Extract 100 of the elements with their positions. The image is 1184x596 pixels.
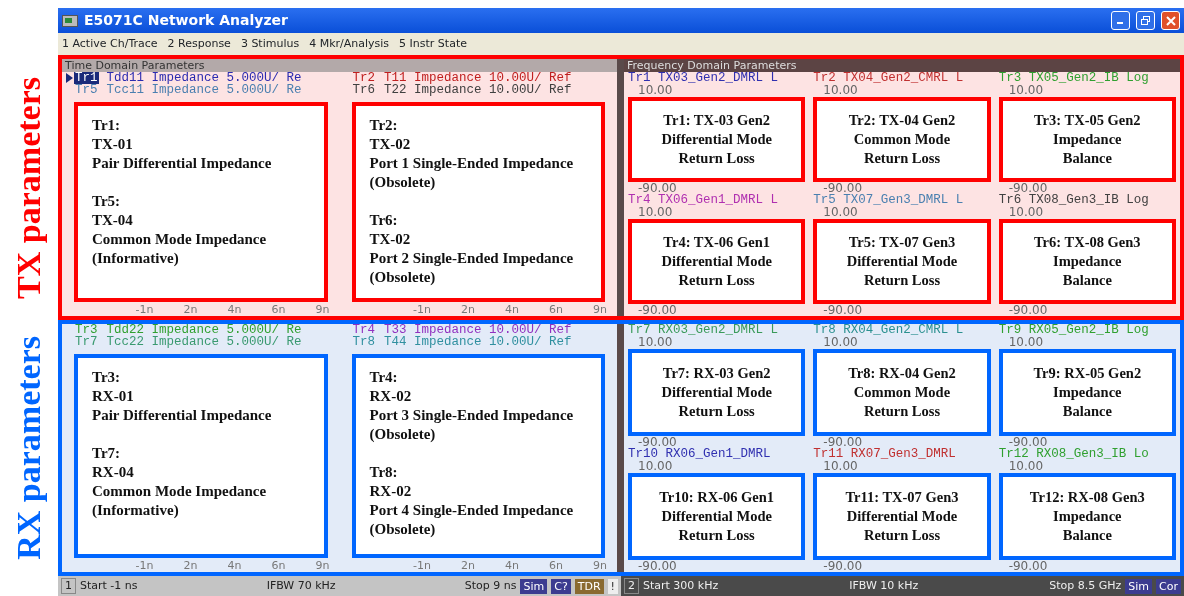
annotation-text: Tr2: TX-04 Gen2: [847, 111, 957, 130]
annotation-text: Tr5: TX-07 Gen3: [847, 233, 957, 252]
menu-item[interactable]: 1 Active Ch/Trace: [62, 35, 158, 53]
axis-label: 9n: [315, 304, 330, 316]
annotation-text: Tr9: RX-05 Gen2: [1032, 364, 1143, 383]
scale-label: 10.00: [822, 337, 859, 348]
annotation-text: Port 2 Single-Ended Impedance: [369, 249, 575, 268]
annotation-text: (Informative): [92, 249, 180, 268]
section-label: TX parameters: [12, 76, 46, 299]
annotation-text: TX-02: [369, 230, 412, 249]
start-value: Start 300 kHz: [643, 577, 719, 594]
scale-label: -90.00: [823, 183, 862, 194]
annotation-text: Common Mode Impedance: [92, 482, 268, 501]
scale-label: -90.00: [822, 561, 863, 572]
axis-label: 9n: [593, 304, 607, 316]
axis-label: 4n: [227, 560, 242, 572]
scale-label: -90.00: [638, 183, 677, 194]
axis-label: 4n: [227, 304, 242, 316]
annotation-text: Tr8:: [369, 463, 399, 482]
annotation-text: Tr1:: [92, 116, 122, 135]
axis-label: 4n: [505, 560, 520, 572]
annotation-text: Tr6:: [369, 211, 399, 230]
annotation-text: Tr7:: [92, 444, 122, 463]
annotation-text: TX-04: [92, 211, 134, 230]
annotation-text: Differential Mode: [660, 252, 773, 271]
menu-item[interactable]: 3 Stimulus: [240, 35, 300, 53]
axis-label: -1n: [135, 560, 154, 572]
trace-id[interactable]: Tr6: [351, 84, 376, 96]
annotation-text: Differential Mode: [660, 383, 773, 402]
scale-label: 10.00: [1007, 337, 1044, 348]
scale-label: 10.00: [637, 207, 674, 218]
annotation-text: Differential Mode: [845, 507, 959, 526]
axis-label: 9n: [315, 560, 330, 572]
annotation-text: Return Loss: [677, 149, 756, 168]
annotation-text: RX-01: [92, 387, 135, 406]
trace-label: Tr1 TX03_Gen2_DMRL L: [628, 72, 780, 85]
scale-label: 10.00: [1007, 207, 1044, 218]
annotation-text: TX-01: [92, 135, 134, 154]
axis-label: 4n: [505, 304, 520, 316]
annotation-text: (Obsolete): [369, 268, 437, 287]
annotation-text: Pair Differential Impedance: [92, 154, 273, 173]
scale-label: -90.00: [1007, 561, 1049, 572]
stop-value: Stop 8.5 GHz: [1049, 577, 1122, 594]
scale-label: -90.00: [637, 305, 678, 316]
annotation-text: Tr10: RX-06 Gen1: [658, 488, 776, 507]
annotation-text: Tr3:: [92, 368, 122, 387]
annotation-text: Tr7: RX-03 Gen2: [661, 364, 772, 383]
trace-label: Tcc11 Impedance 5.000U/ Re: [106, 84, 302, 96]
scale-label: 10.00: [822, 85, 859, 96]
scale-label: 10.00: [1007, 461, 1044, 472]
annotation-text: Common Mode Impedance: [92, 230, 268, 249]
annotation-text: Tr4: TX-06 Gen1: [662, 233, 771, 252]
annotation-text: Return Loss: [677, 526, 756, 545]
menu-item[interactable]: 4 Mkr/Analysis: [309, 35, 390, 53]
trace-id[interactable]: Tr2: [351, 72, 376, 84]
axis-label: -1n: [135, 304, 154, 316]
axis-label: -1n: [413, 560, 432, 572]
annotation-text: Return Loss: [862, 526, 942, 545]
annotation-text: Tr2:: [369, 116, 399, 135]
trace-label: Tr8 RX04_Gen2_CMRL L: [813, 324, 965, 337]
window-title: E5071C Network Analyzer: [84, 11, 289, 30]
trace-id[interactable]: Tr5: [74, 84, 99, 96]
trace-id[interactable]: Tr4: [351, 324, 376, 336]
scale-label: -90.00: [823, 437, 862, 448]
status-badge: Cor: [1156, 578, 1181, 594]
panel-header: Frequency Domain Parameters: [624, 59, 1180, 72]
annotation-text: TX-02: [369, 135, 412, 154]
minimize-button[interactable]: [1111, 11, 1130, 30]
status-badge: C?: [551, 578, 571, 594]
menu-item[interactable]: 5 Instr State: [399, 35, 467, 53]
trace-label: Tr2 TX04_Gen2_CMRL L: [813, 72, 965, 85]
annotation-text: Port 4 Single-Ended Impedance: [369, 501, 575, 520]
trace-label: Tr12 RX08_Gen3_IB Lo: [998, 448, 1150, 461]
menu-item[interactable]: 2 Response: [167, 35, 231, 53]
axis-label: 6n: [271, 304, 286, 316]
axis-label: 2n: [183, 560, 198, 572]
axis-label: 6n: [271, 560, 286, 572]
annotation-text: Impedance: [1052, 383, 1123, 402]
annotation-text: Common Mode: [852, 383, 952, 402]
trace-label: T22 Impedance 10.00U/ Ref: [384, 84, 572, 96]
close-icon: [1165, 15, 1176, 26]
trace-label: T11 Impedance 10.00U/ Ref: [384, 72, 572, 84]
scale-label: 10.00: [637, 337, 674, 348]
restore-button[interactable]: [1136, 11, 1155, 30]
trace-label: Tr9 RX05_Gen2_IB Log: [998, 324, 1150, 337]
annotation-text: Balance: [1061, 402, 1113, 421]
annotation-text: Balance: [1061, 526, 1113, 545]
scale-label: 10.00: [637, 461, 674, 472]
stop-value: Stop 9 ns: [464, 577, 517, 594]
annotation-text: Balance: [1061, 271, 1113, 290]
status-badge: Sim: [1125, 578, 1153, 594]
status-badge: !: [607, 578, 618, 594]
scale-label: -90.00: [1008, 183, 1048, 194]
close-button[interactable]: [1161, 11, 1180, 30]
ifbw-value: IFBW 70 kHz: [266, 577, 336, 594]
annotation-text: (Obsolete): [369, 520, 437, 539]
annotation-text: Pair Differential Impedance: [92, 406, 273, 425]
annotation-text: Tr5:: [92, 192, 122, 211]
trace-id[interactable]: Tr1: [74, 72, 99, 84]
annotation-text: (Obsolete): [369, 425, 437, 444]
